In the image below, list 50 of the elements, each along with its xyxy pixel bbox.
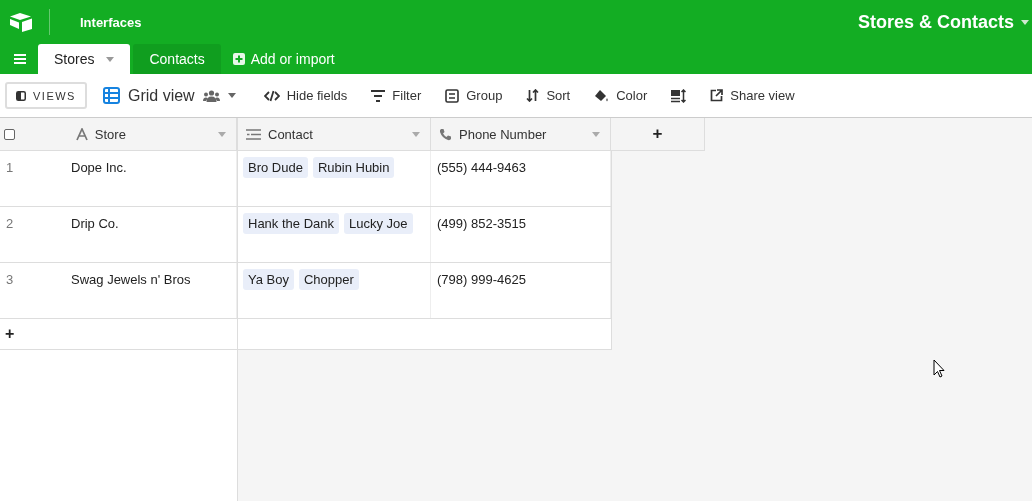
grid-icon [102,87,120,104]
cursor-icon [933,359,945,378]
share-button[interactable]: Share view [698,81,807,110]
table-cell: Dope Inc. [71,160,127,175]
linked-field-icon [246,128,261,140]
caret-icon [592,131,600,137]
table-tab[interactable]: Stores [38,44,131,74]
contact-tag[interactable]: Lucky Joe [344,213,413,234]
group-button[interactable]: Group [433,81,515,110]
sidebar-icon [16,90,26,101]
caret-icon [106,56,115,62]
select-all-checkbox[interactable] [4,128,15,140]
filter-button[interactable]: Filter [359,81,434,110]
contact-tag[interactable]: Bro Dude [243,157,308,178]
contact-tag[interactable]: Ya Boy [243,269,294,290]
row-number: 1 [6,160,14,175]
table-cell: Swag Jewels n' Bros [71,272,191,287]
people-icon [202,89,220,102]
table-cell: (499) 852-3515 [437,216,526,231]
table-cell: Drip Co. [71,216,119,231]
row-number: 3 [6,272,14,287]
column-header[interactable]: Contact [238,118,431,150]
views-button[interactable]: VIEWS [5,82,87,109]
color-button[interactable]: Color [582,81,660,110]
logo-icon[interactable] [9,12,33,32]
contact-tag[interactable]: Hank the Dank [243,213,339,234]
plus-icon [232,53,245,65]
paint-bucket-icon [594,88,610,103]
contact-tag[interactable]: Rubin Hubin [312,157,395,178]
phone-icon [439,127,452,141]
row-height-icon [671,88,687,103]
caret-icon [1021,19,1029,25]
sort-icon [526,89,540,102]
add-row-button[interactable]: + [5,325,15,343]
text-field-icon [75,127,88,141]
table-tab[interactable]: Contacts [133,44,221,74]
share-icon [710,89,724,102]
contact-tag[interactable]: Chopper [298,269,359,290]
table-cell: (798) 999-4625 [437,272,526,287]
group-icon [445,88,460,103]
hide-button[interactable]: Hide fields [251,81,360,110]
row-number: 2 [6,216,14,231]
menu-icon[interactable] [14,54,26,64]
caret-icon [412,131,420,137]
caret-icon [227,93,236,98]
view-switcher[interactable]: Grid view [102,86,236,105]
sort-button[interactable]: Sort [514,81,583,110]
table-cell: (555) 444-9463 [437,160,526,175]
caret-icon [218,131,226,137]
filter-icon [371,89,386,102]
